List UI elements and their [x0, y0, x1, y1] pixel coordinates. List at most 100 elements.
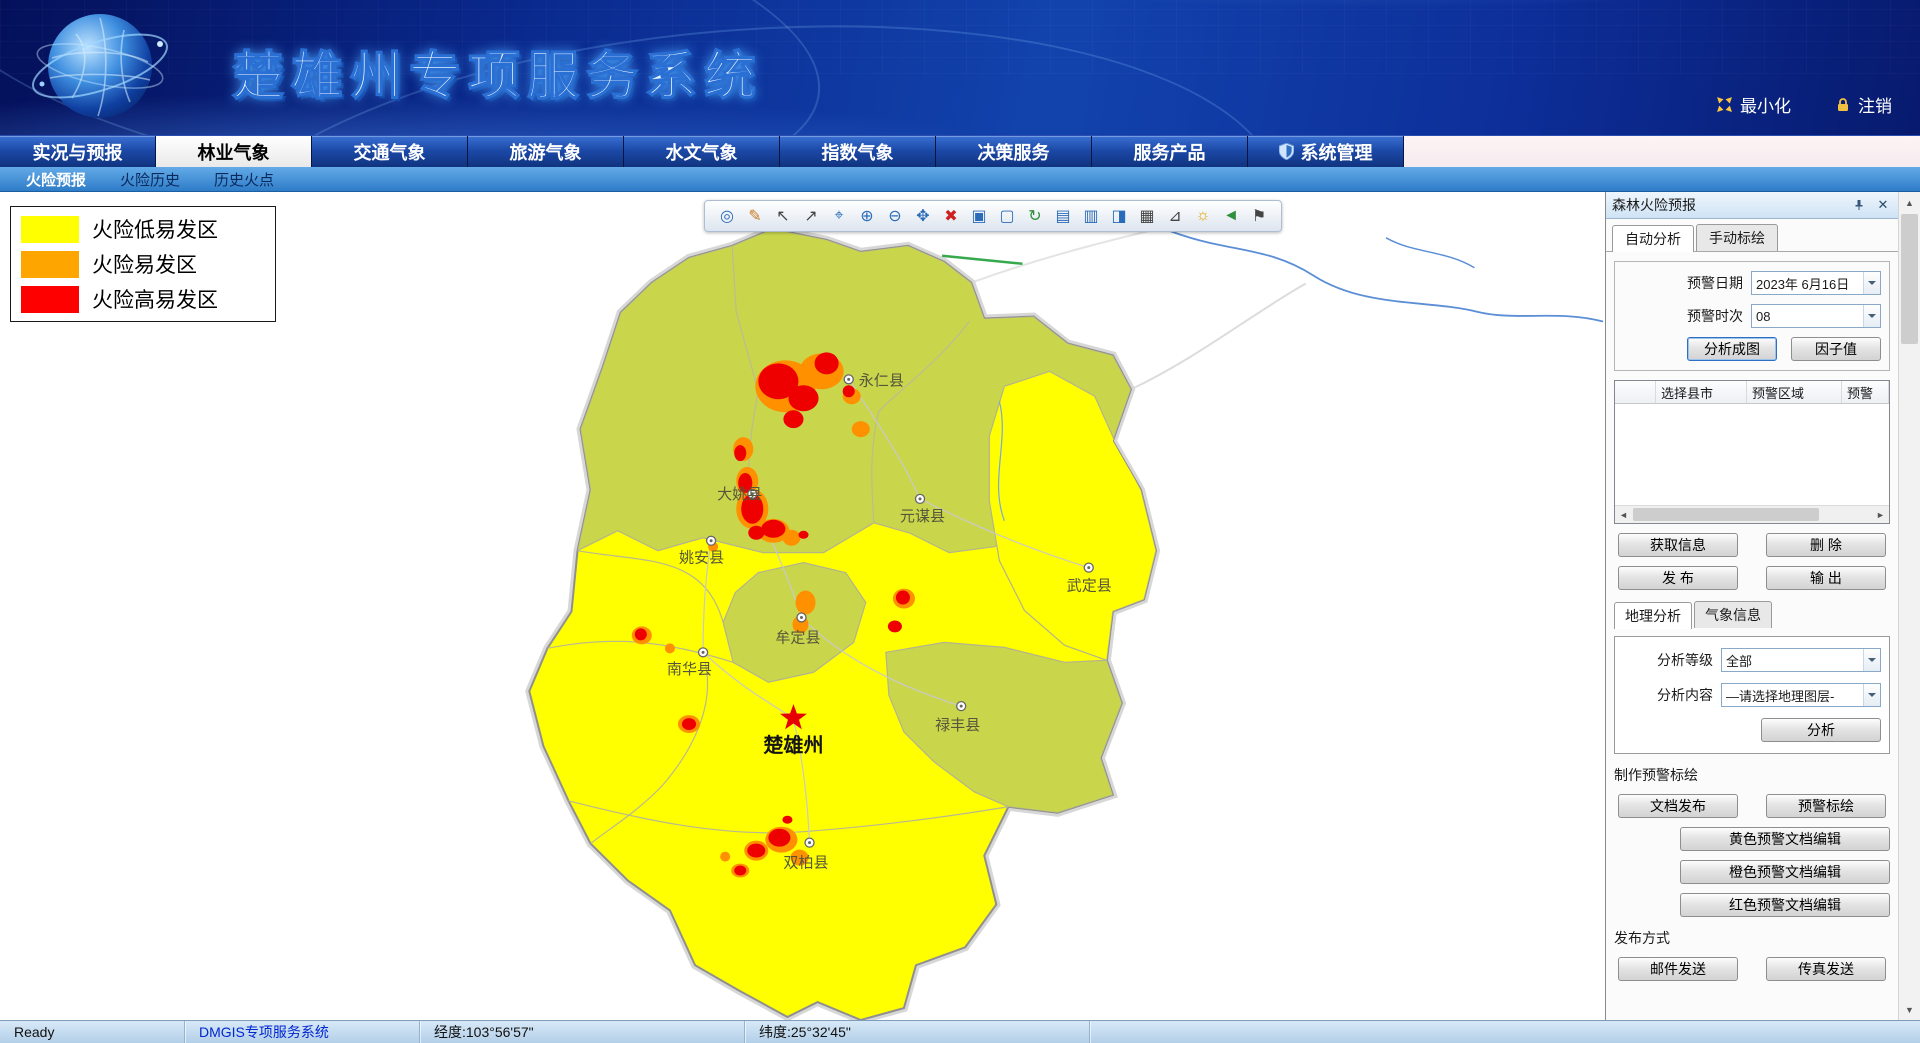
app-title: 楚雄州专项服务系统	[232, 34, 763, 109]
panel-tabs: 自动分析 手动标绘	[1606, 219, 1898, 252]
pin-icon[interactable]	[1850, 196, 1868, 214]
select-arrow-icon[interactable]: ↖	[771, 204, 795, 228]
tab-weather-info[interactable]: 气象信息	[1694, 601, 1772, 628]
output-button[interactable]: 输 出	[1766, 566, 1886, 590]
clear-icon[interactable]: ✖	[939, 204, 963, 228]
subtab-huoxianlishi[interactable]: 火险历史	[120, 169, 180, 190]
chevron-down-icon	[1863, 272, 1880, 294]
map-label-wuding: 武定县	[1067, 578, 1112, 595]
pan-hand-icon[interactable]: ✥	[911, 204, 935, 228]
lock-icon	[1835, 97, 1851, 113]
tab-jiaotongqixiang[interactable]: 交通气象	[312, 136, 468, 167]
hscroll-thumb[interactable]	[1633, 508, 1819, 521]
warn-time-select[interactable]: 08	[1751, 304, 1881, 328]
orange-doc-edit-button[interactable]: 橙色预警文档编辑	[1680, 860, 1890, 884]
doc-publish-button[interactable]: 文档发布	[1618, 794, 1738, 818]
flag-icon[interactable]: ⚑	[1247, 204, 1271, 228]
analyze-map-button[interactable]: 分析成图	[1687, 337, 1777, 361]
publish-button[interactable]: 发 布	[1618, 566, 1738, 590]
analysis-level-select[interactable]: 全部	[1721, 648, 1881, 672]
logout-button[interactable]: 注销	[1835, 92, 1892, 117]
tab-shuiwenqixiang[interactable]: 水文气象	[624, 136, 780, 167]
map-label-shuangbai: 双柏县	[783, 855, 828, 872]
plot-section-label: 制作预警标绘	[1614, 765, 1890, 785]
delete-button[interactable]: 删 除	[1766, 533, 1886, 557]
layers-icon[interactable]: ◨	[1107, 204, 1131, 228]
tab-geo-analysis[interactable]: 地理分析	[1614, 602, 1692, 629]
zoom-out-icon[interactable]: ⊖	[883, 204, 907, 228]
legend-item-high: 火险高易发区	[21, 284, 265, 314]
measure-icon[interactable]: ✎	[743, 204, 767, 228]
warn-time-label: 预警时次	[1687, 306, 1743, 326]
tab-fuwuchanpin[interactable]: 服务产品	[1092, 136, 1248, 167]
legend-swatch-low	[21, 216, 79, 243]
status-filler	[1090, 1021, 1920, 1043]
back-icon[interactable]: ◄	[1219, 204, 1243, 228]
distance-icon[interactable]: ⊿	[1163, 204, 1187, 228]
factor-value-button[interactable]: 因子值	[1791, 337, 1881, 361]
yellow-doc-edit-button[interactable]: 黄色预警文档编辑	[1680, 827, 1890, 851]
zoom-in-icon[interactable]: ⊕	[855, 204, 879, 228]
panel-titlebar: 森林火险预报 ✕	[1606, 192, 1898, 219]
analysis-content-label: 分析内容	[1657, 685, 1713, 705]
scroll-up-icon[interactable]: ▲	[1899, 192, 1920, 213]
chevron-down-icon	[1863, 649, 1880, 671]
minimize-button[interactable]: 最小化	[1716, 92, 1791, 117]
subtab-lishihuodian[interactable]: 历史火点	[214, 169, 274, 190]
tab-linyeqixiang[interactable]: 林业气象	[156, 136, 312, 167]
identify-icon[interactable]: ⌖	[827, 204, 851, 228]
legend-swatch-high	[21, 286, 79, 313]
subtab-huoxianyubao[interactable]: 火险预报	[26, 169, 86, 190]
table-hscrollbar[interactable]: ◄ ►	[1615, 505, 1889, 523]
tab-shikuangyuyubao[interactable]: 实况与预报	[0, 136, 156, 167]
minimize-label: 最小化	[1740, 92, 1791, 117]
warning-settings-group: 预警日期 2023年 6月16日 预警时次 08	[1614, 261, 1890, 371]
analysis-level-label: 分析等级	[1657, 650, 1713, 670]
publish-section-label: 发布方式	[1614, 928, 1890, 948]
status-system-name: DMGIS专项服务系统	[185, 1021, 420, 1043]
scroll-left-icon[interactable]: ◄	[1615, 506, 1632, 523]
warn-plot-button[interactable]: 预警标绘	[1766, 794, 1886, 818]
email-send-button[interactable]: 邮件发送	[1618, 957, 1738, 981]
pan-arrow-icon[interactable]: ↗	[799, 204, 823, 228]
vscroll-thumb[interactable]	[1901, 214, 1918, 344]
highlight-icon[interactable]: ☼	[1191, 204, 1215, 228]
previous-extent-icon[interactable]: ▢	[995, 204, 1019, 228]
chart-icon[interactable]: ▥	[1079, 204, 1103, 228]
tab-juecefuwu[interactable]: 决策服务	[936, 136, 1092, 167]
warning-table-header: 选择县市 预警区域 预警	[1615, 381, 1889, 404]
legend-swatch-medium	[21, 251, 79, 278]
tab-manual-plot[interactable]: 手动标绘	[1696, 224, 1778, 251]
refresh-icon[interactable]: ↻	[1023, 204, 1047, 228]
red-doc-edit-button[interactable]: 红色预警文档编辑	[1680, 893, 1890, 917]
window-vscrollbar[interactable]: ▲ ▼	[1898, 192, 1920, 1020]
analysis-content-select[interactable]: —请选择地理图层-	[1721, 683, 1881, 707]
fax-send-button[interactable]: 传真发送	[1766, 957, 1886, 981]
attribute-table-icon[interactable]: ▤	[1051, 204, 1075, 228]
close-icon[interactable]: ✕	[1874, 196, 1892, 214]
scroll-right-icon[interactable]: ►	[1872, 506, 1889, 523]
full-extent-icon[interactable]: ▣	[967, 204, 991, 228]
scroll-down-icon[interactable]: ▼	[1899, 999, 1920, 1020]
tab-auto-analysis[interactable]: 自动分析	[1612, 225, 1694, 252]
tab-zhishuqixiang[interactable]: 指数气象	[780, 136, 936, 167]
analyze-button[interactable]: 分析	[1761, 718, 1881, 742]
geo-analysis-page: 分析等级 全部 分析内容 —请选择地理图层-	[1614, 636, 1890, 754]
minimize-icon	[1716, 96, 1733, 113]
tab-lvyouqixiang[interactable]: 旅游气象	[468, 136, 624, 167]
warning-table-body[interactable]	[1615, 404, 1889, 505]
globe-logo-icon	[28, 6, 178, 136]
map-canvas[interactable]: 永仁县 元谋县 大姚县 姚安县 武定县 牟定县 南华县 禄丰县 双柏县 楚雄州 …	[0, 192, 1605, 1020]
map-toolbar: ◎ ✎ ↖ ↗ ⌖ ⊕ ⊖ ✥ ✖ ▣ ▢ ↻ ▤ ▥ ◨ ▦ ⊿ ☼ ◄ ⚑	[704, 200, 1282, 232]
tab-xitongguanli[interactable]: 系统管理	[1248, 136, 1404, 167]
map-label-nanhua: 南华县	[667, 661, 712, 678]
legend-item-medium: 火险易发区	[21, 249, 265, 279]
status-ready: Ready	[0, 1021, 185, 1043]
print-icon[interactable]: ▦	[1135, 204, 1159, 228]
warn-date-select[interactable]: 2023年 6月16日	[1751, 271, 1881, 295]
main-nav: 实况与预报 林业气象 交通气象 旅游气象 水文气象 指数气象 决策服务 服务产品…	[0, 136, 1920, 167]
shield-icon	[1279, 143, 1294, 160]
chevron-down-icon	[1863, 305, 1880, 327]
get-info-button[interactable]: 获取信息	[1618, 533, 1738, 557]
globe-icon[interactable]: ◎	[715, 204, 739, 228]
